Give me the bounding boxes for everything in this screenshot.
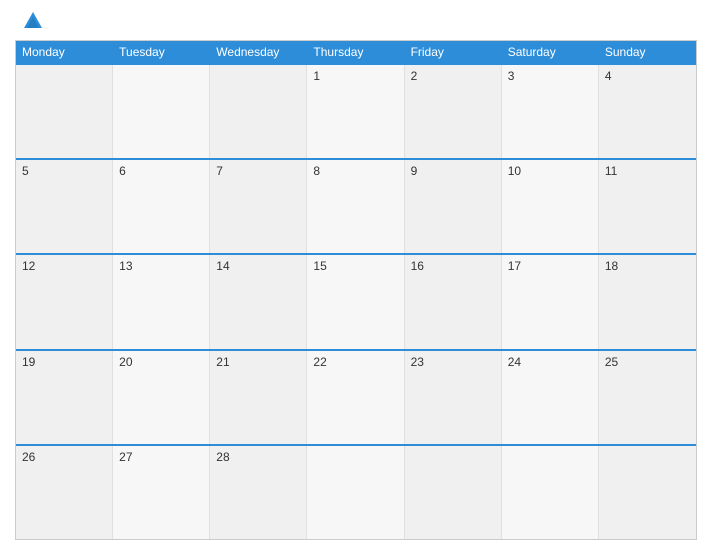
empty-cell: [210, 65, 307, 158]
day-number: 2: [411, 69, 495, 83]
day-header-sunday: Sunday: [599, 41, 696, 63]
day-number: 17: [508, 259, 592, 273]
weeks-container: 1234567891011121314151617181920212223242…: [16, 63, 696, 539]
day-header-wednesday: Wednesday: [210, 41, 307, 63]
day-number: 7: [216, 164, 300, 178]
day-cell-17: 17: [502, 255, 599, 348]
day-cell-25: 25: [599, 351, 696, 444]
day-number: 5: [22, 164, 106, 178]
day-number: 19: [22, 355, 106, 369]
day-cell-8: 8: [307, 160, 404, 253]
day-number: 16: [411, 259, 495, 273]
day-number: 21: [216, 355, 300, 369]
week-row-3: 12 13 14 15 16 17 18: [16, 253, 696, 348]
day-number: 3: [508, 69, 592, 83]
day-cell-22: 22: [307, 351, 404, 444]
day-cell-18: 18: [599, 255, 696, 348]
day-cell-26: 26: [16, 446, 113, 539]
day-cell-14: 14: [210, 255, 307, 348]
day-cell-23: 23: [405, 351, 502, 444]
day-number: 25: [605, 355, 690, 369]
day-header-tuesday: Tuesday: [113, 41, 210, 63]
day-cell-19: 19: [16, 351, 113, 444]
day-number: 23: [411, 355, 495, 369]
day-cell-7: 7: [210, 160, 307, 253]
logo-icon: [22, 10, 44, 32]
week-row-5: 26 27 28: [16, 444, 696, 539]
day-cell-24: 24: [502, 351, 599, 444]
empty-cell: [307, 446, 404, 539]
logo: [20, 10, 46, 32]
day-cell-15: 15: [307, 255, 404, 348]
day-header-thursday: Thursday: [307, 41, 404, 63]
day-number: 22: [313, 355, 397, 369]
empty-cell: [405, 446, 502, 539]
day-header-saturday: Saturday: [502, 41, 599, 63]
day-cell-28: 28: [210, 446, 307, 539]
day-cell-11: 11: [599, 160, 696, 253]
day-number: 13: [119, 259, 203, 273]
day-cell-5: 5: [16, 160, 113, 253]
day-cell-12: 12: [16, 255, 113, 348]
day-cell-9: 9: [405, 160, 502, 253]
day-cell-16: 16: [405, 255, 502, 348]
empty-cell: [599, 446, 696, 539]
day-number: 10: [508, 164, 592, 178]
day-cell-3: 3: [502, 65, 599, 158]
week-row-1: 1234: [16, 63, 696, 158]
day-cell-20: 20: [113, 351, 210, 444]
calendar-grid: MondayTuesdayWednesdayThursdayFridaySatu…: [15, 40, 697, 540]
day-number: 26: [22, 450, 106, 464]
day-cell-13: 13: [113, 255, 210, 348]
day-number: 14: [216, 259, 300, 273]
calendar-header: [15, 10, 697, 32]
day-number: 11: [605, 164, 690, 178]
day-number: 18: [605, 259, 690, 273]
day-header-monday: Monday: [16, 41, 113, 63]
week-row-2: 56789 10 11: [16, 158, 696, 253]
day-cell-27: 27: [113, 446, 210, 539]
day-cell-10: 10: [502, 160, 599, 253]
day-number: 24: [508, 355, 592, 369]
day-number: 9: [411, 164, 495, 178]
days-header: MondayTuesdayWednesdayThursdayFridaySatu…: [16, 41, 696, 63]
day-number: 28: [216, 450, 300, 464]
day-cell-1: 1: [307, 65, 404, 158]
day-number: 8: [313, 164, 397, 178]
week-row-4: 19 20 21 22 23 24 25: [16, 349, 696, 444]
calendar-container: MondayTuesdayWednesdayThursdayFridaySatu…: [0, 0, 712, 550]
day-cell-4: 4: [599, 65, 696, 158]
day-number: 15: [313, 259, 397, 273]
empty-cell: [502, 446, 599, 539]
day-number: 27: [119, 450, 203, 464]
day-cell-2: 2: [405, 65, 502, 158]
empty-cell: [16, 65, 113, 158]
day-number: 6: [119, 164, 203, 178]
empty-cell: [113, 65, 210, 158]
day-number: 20: [119, 355, 203, 369]
day-number: 1: [313, 69, 397, 83]
day-number: 4: [605, 69, 690, 83]
day-number: 12: [22, 259, 106, 273]
day-header-friday: Friday: [405, 41, 502, 63]
day-cell-6: 6: [113, 160, 210, 253]
day-cell-21: 21: [210, 351, 307, 444]
